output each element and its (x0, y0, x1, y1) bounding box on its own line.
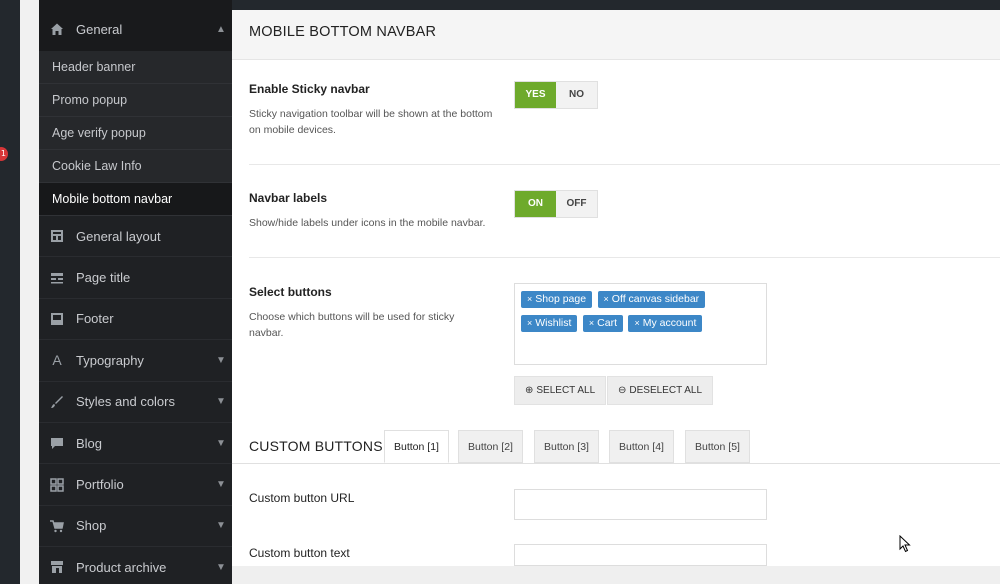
tab-button-4[interactable]: Button [4] (609, 430, 674, 463)
sidebar-item-label: Page title (76, 270, 131, 286)
tag-label: Shop page (535, 293, 587, 305)
wp-admin-bar-strip (0, 0, 20, 584)
minus-circle-icon: ⊖ (618, 385, 627, 396)
title-icon (50, 271, 64, 285)
tag-label: Wishlist (535, 317, 572, 329)
sidebar-subitem-promo-popup[interactable]: Promo popup (39, 84, 232, 117)
chevron-down-icon[interactable]: ▼ (210, 396, 232, 407)
sidebar-item-general[interactable]: General ▲ (39, 8, 232, 50)
sidebar-item-label: General layout (76, 228, 161, 244)
select-all-label: SELECT ALL (536, 385, 596, 396)
tabs-divider (232, 463, 1000, 464)
selected-tag: × Wishlist (521, 315, 578, 332)
tag-label: My account (642, 317, 697, 329)
sidebar-item-label: Styles and colors (76, 394, 175, 410)
sticky-navbar-toggle[interactable]: YES NO (514, 81, 598, 109)
sidebar-item-label: General (76, 21, 123, 37)
option-description: Sticky navigation toolbar will be shown … (249, 108, 493, 136)
option-title: Navbar labels (249, 191, 328, 205)
brush-icon (50, 395, 64, 409)
deselect-all-label: DESELECT ALL (629, 385, 703, 396)
selected-tag: × Off canvas sidebar (597, 291, 706, 308)
admin-gutter (20, 0, 39, 584)
custom-buttons-title: CUSTOM BUTTONS (249, 438, 383, 454)
selected-tag: × Cart (582, 315, 623, 332)
chevron-down-icon[interactable]: ▼ (210, 355, 232, 366)
sidebar-item-page-title[interactable]: Page title (39, 257, 232, 299)
selected-tag: × My account (628, 315, 703, 332)
top-bar (232, 0, 1000, 10)
cart-icon (50, 519, 64, 533)
sidebar-item-blog[interactable]: Blog ▼ (39, 423, 232, 465)
chevron-down-icon[interactable]: ▼ (210, 520, 232, 531)
chevron-down-icon[interactable]: ▼ (210, 562, 232, 573)
chat-icon (50, 436, 64, 450)
select-all-button[interactable]: ⊕ SELECT ALL (514, 376, 607, 405)
remove-tag-icon[interactable]: × (634, 318, 639, 328)
sidebar-item-shop[interactable]: Shop ▼ (39, 506, 232, 548)
font-icon: A (52, 352, 62, 369)
sidebar-item-label: Blog (76, 435, 103, 451)
options-sidebar: General ▲ Header banner Promo popup Age … (39, 0, 232, 584)
sidebar-subitem-header-banner[interactable]: Header banner (39, 51, 232, 84)
chevron-up-icon[interactable]: ▲ (210, 24, 232, 35)
home-icon (50, 22, 64, 36)
sidebar-item-label: Portfolio (76, 477, 124, 493)
options-main-panel: MOBILE BOTTOM NAVBAR Enable Sticky navba… (232, 10, 1000, 584)
grid-icon (50, 477, 64, 492)
sidebar-item-portfolio[interactable]: Portfolio ▼ (39, 464, 232, 506)
custom-text-input[interactable] (514, 544, 767, 566)
tag-label: Off canvas sidebar (611, 293, 700, 305)
remove-tag-icon[interactable]: × (589, 318, 594, 328)
deselect-all-button[interactable]: ⊖ DESELECT ALL (607, 376, 714, 405)
yes-button[interactable]: YES (515, 82, 556, 108)
sidebar-item-styles-and-colors[interactable]: Styles and colors ▼ (39, 382, 232, 423)
sidebar-item-label: Footer (76, 311, 114, 327)
layout-icon (50, 229, 64, 243)
sidebar-subitem-cookie-law-info[interactable]: Cookie Law Info (39, 150, 232, 183)
footer-icon (50, 312, 64, 326)
tab-button-3[interactable]: Button [3] (534, 430, 599, 463)
sidebar-item-general-layout[interactable]: General layout (39, 216, 232, 258)
tab-button-1[interactable]: Button [1] (384, 430, 449, 463)
mouse-cursor-icon (899, 534, 911, 558)
option-description: Choose which buttons will be used for st… (249, 311, 455, 339)
remove-tag-icon[interactable]: × (527, 318, 532, 328)
option-title: Enable Sticky navbar (249, 82, 370, 96)
sidebar-subitem-age-verify-popup[interactable]: Age verify popup (39, 117, 232, 150)
sidebar-section-general: General ▲ (39, 0, 232, 51)
tab-button-2[interactable]: Button [2] (458, 430, 523, 463)
bottom-strip (232, 566, 1000, 584)
sidebar-item-label: Shop (76, 518, 107, 534)
tag-label: Cart (597, 317, 617, 329)
navbar-labels-toggle[interactable]: ON OFF (514, 190, 598, 218)
remove-tag-icon[interactable]: × (527, 294, 532, 304)
sidebar-submenu: Header banner Promo popup Age verify pop… (39, 51, 232, 216)
custom-url-input[interactable] (514, 489, 767, 520)
option-description: Show/hide labels under icons in the mobi… (249, 217, 486, 229)
divider (249, 164, 1000, 165)
store-icon (50, 560, 64, 574)
page-title: MOBILE BOTTOM NAVBAR (232, 10, 1000, 60)
remove-tag-icon[interactable]: × (604, 294, 609, 304)
sidebar-subitem-mobile-bottom-navbar[interactable]: Mobile bottom navbar (39, 183, 232, 216)
sidebar-item-product-archive[interactable]: Product archive ▼ (39, 547, 232, 584)
plus-circle-icon: ⊕ (525, 385, 534, 396)
divider (249, 257, 1000, 258)
on-button[interactable]: ON (515, 191, 556, 217)
option-navbar-labels: Navbar labels Show/hide labels under ico… (249, 191, 1000, 231)
selected-tag: × Shop page (521, 291, 593, 308)
sidebar-item-typography[interactable]: A Typography ▼ (39, 340, 232, 382)
sidebar-item-label: Product archive (76, 559, 167, 575)
sidebar-item-label: Typography (76, 352, 144, 368)
sidebar-item-footer[interactable]: Footer (39, 299, 232, 341)
no-button[interactable]: NO (556, 82, 597, 108)
chevron-down-icon[interactable]: ▼ (210, 438, 232, 449)
tab-button-5[interactable]: Button [5] (685, 430, 750, 463)
option-sticky-navbar: Enable Sticky navbar Sticky navigation t… (249, 82, 1000, 138)
chevron-down-icon[interactable]: ▼ (210, 479, 232, 490)
off-button[interactable]: OFF (556, 191, 597, 217)
buttons-multiselect[interactable]: × Shop page × Off canvas sidebar × Wishlist… (514, 283, 767, 365)
